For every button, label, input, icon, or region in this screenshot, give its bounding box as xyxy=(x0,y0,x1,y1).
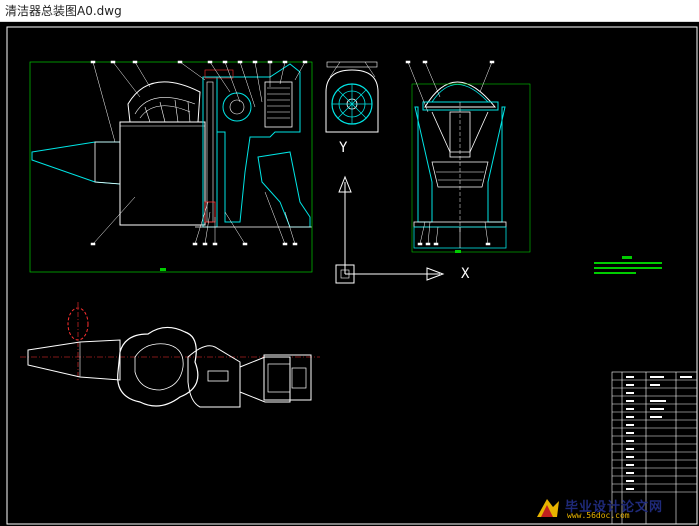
ucs-axis-icon xyxy=(335,175,445,284)
watermark: 毕业设计论文网 www.56doc.com xyxy=(533,496,693,522)
y-axis-label: Y xyxy=(339,140,348,156)
window-title: 清洁器总装图A0.dwg xyxy=(5,4,122,18)
watermark-logo-icon xyxy=(537,499,559,517)
cad-drawing-canvas[interactable]: Y X 毕业设计论文网 www.56doc.com xyxy=(0,22,699,526)
x-axis-label: X xyxy=(461,266,470,282)
right-section-view xyxy=(405,60,531,253)
title-block-text-marks xyxy=(626,376,692,490)
window-titlebar: 清洁器总装图A0.dwg xyxy=(0,0,699,22)
fan-side-view xyxy=(325,61,379,133)
watermark-url: www.56doc.com xyxy=(567,511,630,520)
handle-grip xyxy=(257,151,311,228)
front-dimension-frame xyxy=(29,61,313,273)
top-view xyxy=(20,302,320,408)
battery-pack xyxy=(264,81,293,128)
dust-container xyxy=(119,121,206,226)
assembly-drawing xyxy=(6,26,698,525)
legend-lines xyxy=(594,256,662,274)
top-view-housing xyxy=(117,326,199,407)
front-view xyxy=(29,60,313,273)
nozzle-outline xyxy=(31,141,121,185)
